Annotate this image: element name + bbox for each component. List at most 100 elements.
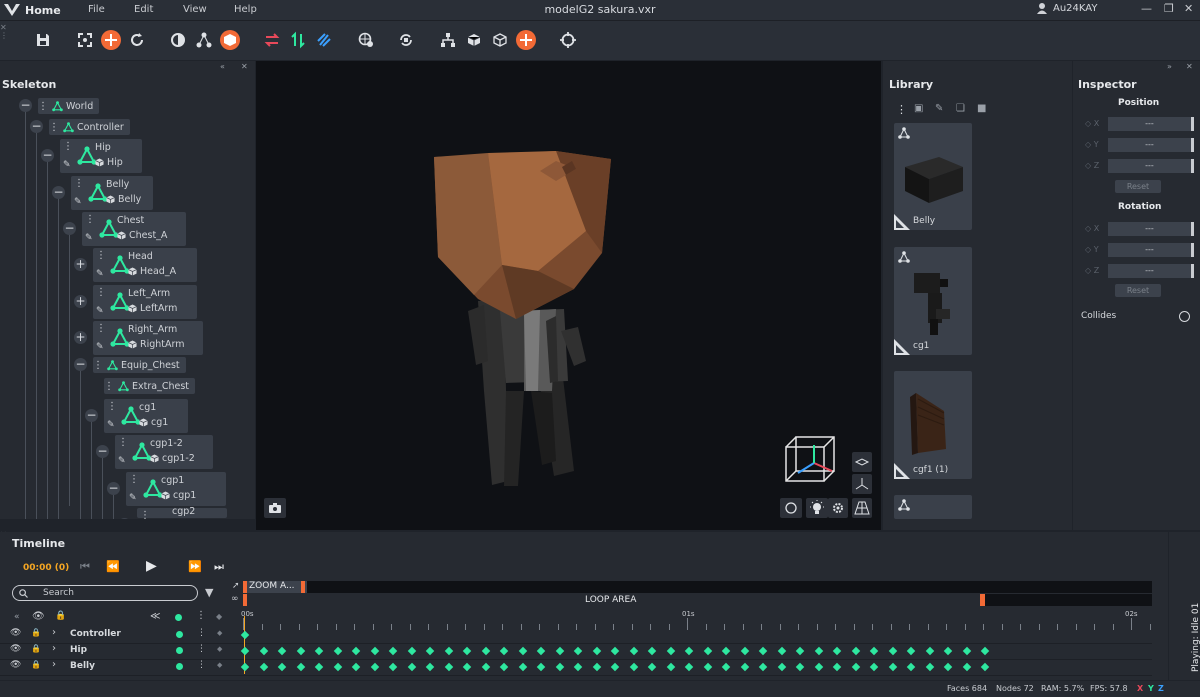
tracks-menu-icon[interactable]: ⋮ (196, 610, 206, 621)
loop-handle-left[interactable] (243, 594, 247, 606)
fit-icon[interactable] (75, 30, 95, 50)
track-expand-icon[interactable]: › (52, 643, 56, 654)
node-menu-icon[interactable]: ⋮ (85, 214, 95, 225)
menu-edit[interactable]: Edit (134, 4, 153, 15)
restore-icon[interactable]: ❐ (1164, 2, 1174, 15)
track-visibility-icon[interactable]: 👁 (10, 660, 21, 670)
node-menu-icon[interactable]: ⋮ (74, 178, 84, 189)
library-menu-icon[interactable]: ⋮ (896, 103, 907, 116)
rotation-y-field[interactable]: --- (1108, 243, 1194, 257)
node-menu-icon[interactable]: ⋮ (107, 401, 117, 412)
edit-pencil-icon[interactable]: ✎ (107, 420, 115, 430)
keyframe[interactable] (407, 646, 416, 656)
keyframe[interactable] (425, 646, 435, 656)
tree-node[interactable]: ⋮ World (38, 98, 100, 114)
expand-node-toggle[interactable]: + (74, 295, 87, 308)
keyframe[interactable] (499, 662, 509, 672)
keyframe[interactable] (277, 646, 287, 656)
expand-panel-icon[interactable]: » (1167, 62, 1172, 71)
zoom-handle-left[interactable] (243, 581, 247, 593)
track-record-icon[interactable] (176, 647, 183, 654)
play-icon[interactable]: ▶ (146, 558, 157, 574)
keyframe[interactable] (943, 646, 953, 656)
tree-bone-node[interactable]: ⋮ cgp2 (137, 506, 227, 519)
keyframe[interactable] (851, 646, 860, 656)
collapse-panel-icon[interactable]: « (220, 62, 225, 71)
track-lock-icon[interactable]: 🔒 (31, 628, 41, 637)
time-ruler[interactable] (243, 608, 1152, 630)
tree-node[interactable]: ⋮ Controller (49, 119, 130, 135)
rotation-z-field[interactable]: --- (1108, 264, 1194, 278)
keyframe[interactable] (388, 662, 398, 672)
keyframe[interactable] (980, 646, 990, 656)
loop-area-track[interactable]: LOOP AREA (243, 594, 1152, 606)
lock-all-icon[interactable]: 🔒 (55, 611, 66, 621)
edit-pencil-icon[interactable]: ✎ (118, 456, 126, 466)
track-expand-icon[interactable]: › (52, 659, 56, 670)
keyframe[interactable] (980, 662, 990, 672)
keyframe[interactable] (370, 662, 379, 672)
expand-node-toggle[interactable]: + (74, 331, 87, 344)
keyframe[interactable] (518, 662, 527, 672)
step-back-icon[interactable]: ⏪ (106, 560, 120, 573)
collapse-node-toggle[interactable]: − (85, 409, 98, 422)
keyframe[interactable] (703, 662, 712, 672)
keyframe[interactable] (518, 646, 527, 656)
keyframe[interactable] (425, 662, 435, 672)
keyframe[interactable] (333, 646, 342, 656)
keyframe[interactable] (777, 662, 786, 672)
keyframe[interactable] (721, 646, 731, 656)
node-menu-icon[interactable]: ⋮ (38, 101, 48, 112)
keyframe[interactable] (943, 662, 953, 672)
keyframe[interactable] (296, 646, 305, 656)
expand-node-toggle[interactable]: + (74, 258, 87, 271)
3d-viewport[interactable] (256, 61, 881, 530)
screenshot-button[interactable] (264, 498, 286, 518)
keyframe[interactable] (610, 646, 620, 656)
keyframe[interactable] (962, 646, 971, 656)
tree-node[interactable]: ⋮ Equip_Chest (93, 357, 186, 373)
node-menu-icon[interactable]: ⋮ (140, 510, 150, 519)
refresh-icon[interactable] (127, 30, 147, 50)
keyframe[interactable] (536, 646, 546, 656)
keyframe[interactable] (314, 662, 324, 672)
library-item[interactable]: cg1 (894, 247, 972, 355)
keyframe[interactable] (259, 646, 268, 656)
delete-icon[interactable]: ■ (977, 103, 986, 114)
collapse-node-toggle[interactable]: − (41, 149, 54, 162)
zoom-area-track[interactable]: ZOOM A... (243, 581, 1152, 593)
light-settings-button[interactable] (828, 498, 848, 518)
track-keyframe-icon[interactable]: ◆ (217, 661, 222, 669)
collapse-tracks-icon[interactable]: « (14, 612, 20, 622)
keyframe[interactable] (832, 662, 842, 672)
keyframe[interactable] (481, 662, 490, 672)
position-reset-button[interactable]: Reset (1115, 180, 1161, 193)
edit-pencil-icon[interactable]: ✎ (63, 160, 71, 170)
box-icon[interactable] (220, 30, 240, 50)
keyframe[interactable] (407, 662, 416, 672)
record-all-icon[interactable] (175, 614, 182, 621)
tree-bone-node[interactable]: ⋮ ✎ cgp1-2 cgp1-2 (115, 435, 213, 469)
minimize-icon[interactable]: — (1141, 2, 1152, 15)
node-menu-icon[interactable]: ⋮ (93, 360, 103, 371)
keyframe[interactable] (851, 662, 860, 672)
keyframe[interactable] (869, 662, 879, 672)
keyframe[interactable] (388, 646, 398, 656)
track-lock-icon[interactable]: 🔒 (31, 644, 41, 653)
keyframe[interactable] (906, 662, 916, 672)
edit-pencil-icon[interactable]: ✎ (85, 233, 93, 243)
node-menu-icon[interactable]: ⋮ (118, 437, 128, 448)
filter-icon[interactable]: ▼ (205, 586, 213, 599)
keyframe[interactable] (259, 662, 268, 672)
track-search-input[interactable]: Search (12, 585, 198, 601)
close-panel-icon[interactable]: ✕ (1186, 62, 1193, 71)
track-row[interactable]: 👁 🔒 › Hip ⋮ ◆ (0, 643, 240, 659)
menu-file[interactable]: File (88, 4, 105, 15)
tree-bone-node[interactable]: ⋮ ✎ Chest Chest_A (82, 212, 186, 246)
duplicate-icon[interactable]: ❏ (956, 103, 965, 114)
track-visibility-icon[interactable]: 👁 (10, 644, 21, 654)
keyframe[interactable] (888, 662, 897, 672)
menu-help[interactable]: Help (234, 4, 257, 15)
add-icon[interactable] (516, 30, 536, 50)
keyframe[interactable] (573, 662, 583, 672)
